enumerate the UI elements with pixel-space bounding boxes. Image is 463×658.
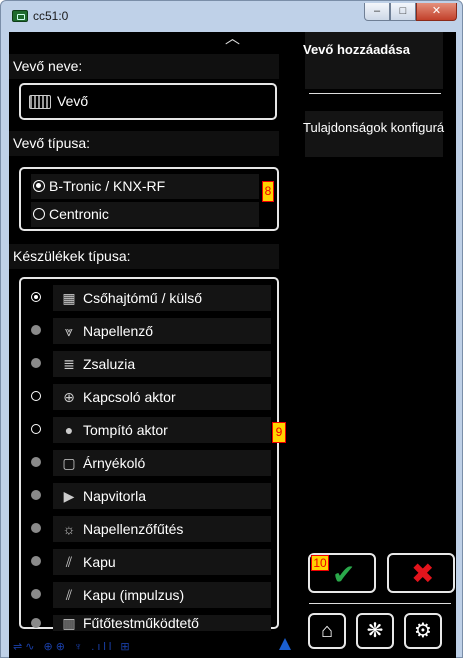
receiver-type-label: Vevő típusa: <box>13 135 91 151</box>
receiver-name-field[interactable]: Vevő <box>19 83 277 120</box>
device-item-gate-impulse: ⫽ Kapu (impulzus) <box>21 582 271 608</box>
annotation-badge-9: 9 <box>272 422 286 443</box>
check-icon: ✔ <box>332 559 356 590</box>
settings-button[interactable]: ⚙ <box>404 613 442 649</box>
fan-button[interactable]: ❋ <box>356 613 394 649</box>
radio-btronic[interactable]: B-Tronic / KNX-RF <box>31 174 259 199</box>
maximize-button[interactable]: □ <box>390 3 416 21</box>
device-item-dimmer-actuator[interactable]: ● Tompító aktor <box>21 417 271 443</box>
radio-disabled-icon <box>31 523 41 533</box>
client-area: ︿ Vevő neve: Vevő Vevő típusa: B-Tronic … <box>9 31 456 658</box>
switch-actuator-icon: ⊕ <box>63 389 75 405</box>
close-button[interactable]: ✕ <box>416 3 457 21</box>
annotation-badge-8: 8 <box>262 181 274 202</box>
awning-icon: ⩔ <box>65 323 73 339</box>
device-type-group: ▦ Csőhajtómű / külső ⩔ Napellenző ≣ Zsal… <box>19 277 279 631</box>
device-item-sun-sail: ▶ Napvitorla <box>21 483 271 509</box>
collapse-icon[interactable]: ︿ <box>225 31 240 46</box>
gate-impulse-icon: ⫽ <box>65 587 73 603</box>
device-item-label: Napellenző <box>83 323 154 339</box>
minimize-button[interactable]: – <box>364 3 390 21</box>
tubular-motor-icon: ▦ <box>62 290 76 306</box>
radio-centronic[interactable]: Centronic <box>31 202 259 227</box>
radio-btronic-label: B-Tronic / KNX-RF <box>49 178 166 194</box>
radio-disabled-icon <box>31 589 41 599</box>
device-item-label: Tompító aktor <box>83 422 168 438</box>
properties-text: Tulajdonságok konfigurá <box>303 120 445 135</box>
device-item-label: Kapu <box>83 554 116 570</box>
device-item-label: Zsaluzia <box>83 356 136 372</box>
device-item-label: Árnyékoló <box>83 455 146 471</box>
sun-sail-icon: ▶ <box>63 488 75 504</box>
shade-icon: ▢ <box>62 455 76 471</box>
radio-disabled-icon <box>31 618 41 628</box>
title-bar: cc51:0 – □ ✕ <box>1 1 462 31</box>
device-item-gate: ⫽ Kapu <box>21 549 271 575</box>
annotation-badge-10: 10 <box>311 555 329 571</box>
window-title: cc51:0 <box>33 9 69 23</box>
app-window: cc51:0 – □ ✕ ︿ Vevő neve: Vevő Vevő típu… <box>0 0 463 658</box>
divider <box>309 603 451 604</box>
radio-selected-icon <box>33 180 45 192</box>
receiver-type-group: B-Tronic / KNX-RF Centronic <box>19 167 279 231</box>
radio-unselected-icon <box>33 208 45 220</box>
cross-icon: ✖ <box>411 558 435 589</box>
right-panel: Vevő hozzáadása Tulajdonságok konfigurá … <box>299 32 456 658</box>
title-box: Vevő hozzáadása <box>303 32 443 89</box>
radio-disabled-icon <box>31 490 41 500</box>
home-icon: ⌂ <box>320 620 334 642</box>
fan-icon: ❋ <box>366 620 384 642</box>
app-icon <box>12 10 28 22</box>
device-item-shade: ▢ Árnyékoló <box>21 450 271 476</box>
device-item-label: Kapcsoló aktor <box>83 389 176 405</box>
device-item-switch-actuator[interactable]: ⊕ Kapcsoló aktor <box>21 384 271 410</box>
keyboard-icon <box>29 95 51 109</box>
gear-icon: ⚙ <box>414 620 432 642</box>
awning-heater-icon: ☼ <box>62 521 76 537</box>
receiver-name-value: Vevő <box>57 93 89 109</box>
device-item-label: Napellenzőfűtés <box>83 521 184 537</box>
venetian-blind-icon: ≣ <box>63 356 75 372</box>
home-button[interactable]: ⌂ <box>308 613 346 649</box>
radio-disabled-icon <box>31 556 41 566</box>
device-item-tubular-motor[interactable]: ▦ Csőhajtómű / külső <box>21 285 271 311</box>
receiver-name-label: Vevő neve: <box>13 58 83 74</box>
device-item-awning: ⩔ Napellenző <box>21 318 271 344</box>
panel-title: Vevő hozzáadása <box>303 42 410 57</box>
device-item-awning-heater: ☼ Napellenzőfűtés <box>21 516 271 542</box>
divider <box>309 93 441 94</box>
device-item-label: Kapu (impulzus) <box>83 587 185 603</box>
device-item-radiator-actuator: ▥ Fűtőtestműködtető <box>21 615 271 631</box>
radio-unselected-icon <box>31 424 41 434</box>
menu-triangle-icon[interactable] <box>279 638 291 650</box>
left-panel: ︿ Vevő neve: Vevő Vevő típusa: B-Tronic … <box>9 31 299 658</box>
gate-icon: ⫽ <box>65 554 73 570</box>
radiator-actuator-icon: ▥ <box>62 615 76 631</box>
connection-status-icons: ⇌∿ ⊕⊕ ♆ .ıll ⊞ <box>13 641 133 653</box>
device-type-label: Készülékek típusa: <box>13 248 131 264</box>
radio-disabled-icon <box>31 325 41 335</box>
status-bar: ⇌∿ ⊕⊕ ♆ .ıll ⊞ <box>9 636 299 658</box>
device-item-label: Napvitorla <box>83 488 147 504</box>
radio-selected-icon <box>31 292 41 302</box>
radio-disabled-icon <box>31 457 41 467</box>
device-item-venetian-blind: ≣ Zsaluzia <box>21 351 271 377</box>
device-item-label: Csőhajtómű / külső <box>83 290 203 306</box>
radio-unselected-icon <box>31 391 41 401</box>
properties-box: Tulajdonságok konfigurá <box>303 111 445 157</box>
radio-disabled-icon <box>31 358 41 368</box>
device-item-label: Fűtőtestműködtető <box>83 615 199 631</box>
cancel-button[interactable]: ✖ <box>387 553 455 593</box>
dimmer-bulb-icon: ● <box>64 422 74 438</box>
radio-centronic-label: Centronic <box>49 206 109 222</box>
